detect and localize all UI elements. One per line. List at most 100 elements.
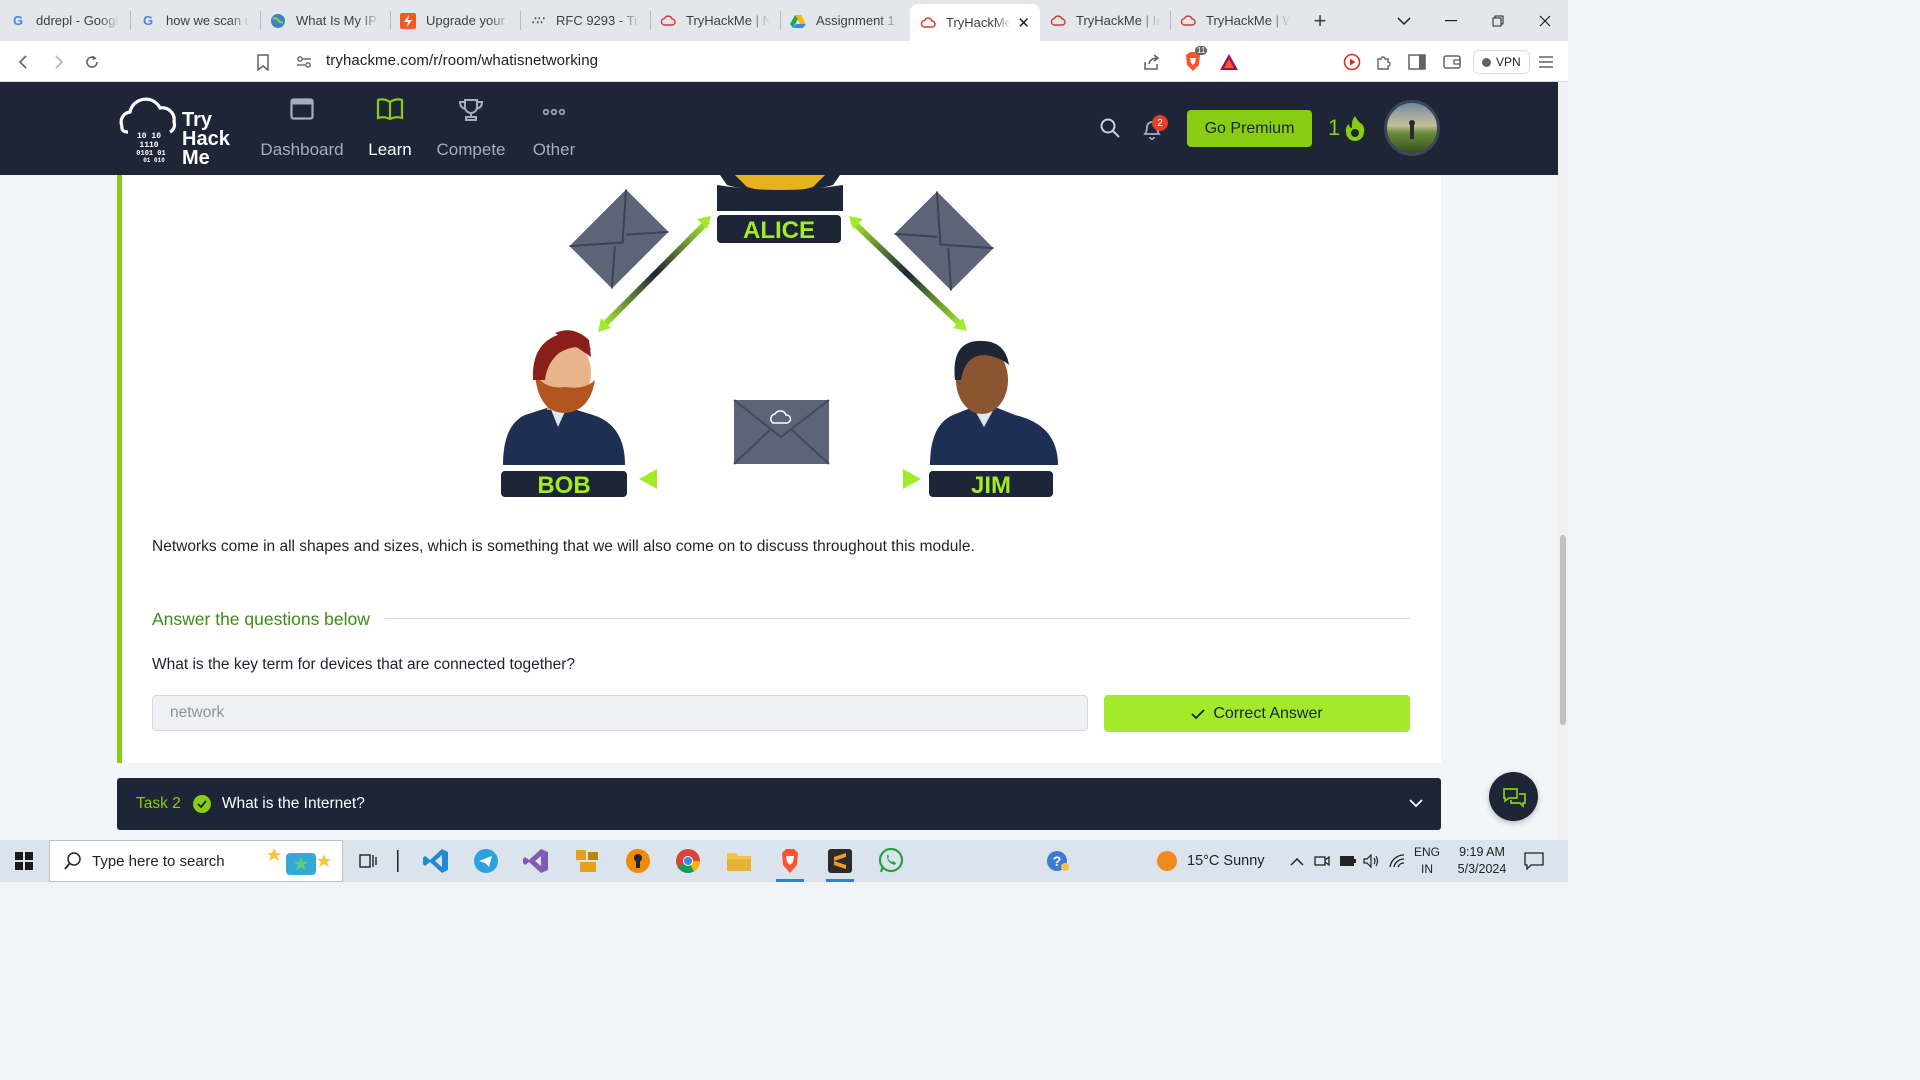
task-2-header[interactable]: Task 2 What is the Internet? [117,778,1441,830]
brave-rewards-icon[interactable] [1216,49,1242,75]
menu-hamburger-icon[interactable] [1533,49,1559,75]
telegram-icon[interactable] [466,845,506,877]
svg-text:10 10: 10 10 [137,132,161,141]
browser-tab[interactable]: ∴∵ RFC 9293 - Transmission [520,0,650,41]
shield-count-badge: 11 [1195,46,1208,55]
search-icon [64,852,81,870]
browser-tab[interactable]: TryHackMe | Web [1170,0,1300,41]
correct-answer-button[interactable]: Correct Answer [1104,695,1410,732]
envelope-cloud-icon [733,399,830,465]
forward-arrow-icon[interactable] [45,49,71,75]
reload-icon[interactable] [79,49,105,75]
brave-shield-icon[interactable]: 11 [1180,46,1208,75]
close-window-button[interactable] [1521,0,1568,41]
close-tab-icon[interactable]: ✕ [1011,14,1030,32]
vscode-icon[interactable] [416,845,456,877]
media-play-icon[interactable] [1339,49,1365,75]
keyhole-app-icon[interactable] [618,845,658,877]
browser-tab[interactable]: G ddrepl - Google Search [0,0,130,41]
browser-tab[interactable]: TryHackMe | Intro [1040,0,1170,41]
nav-compete[interactable]: Compete [437,98,506,160]
windows-start-icon[interactable] [0,840,48,882]
scrollbar-thumb[interactable] [1560,535,1566,725]
svg-text:?: ? [1053,853,1062,869]
bookmark-icon[interactable] [250,49,276,75]
site-settings-icon[interactable] [291,49,317,75]
question-text: What is the key term for devices that ar… [152,656,576,673]
chrome-icon[interactable] [668,845,708,877]
battery-icon[interactable] [1339,840,1357,882]
tryhackme-logo[interactable]: 10 10 1110 0101 01 01 010 Try Hack Me [116,92,241,169]
browser-tab[interactable]: Upgrade your subscription [390,0,520,41]
user-avatar[interactable] [1384,100,1440,156]
drive-icon [790,13,806,29]
browser-tab[interactable]: G how we scan use [130,0,260,41]
sun-icon [1157,851,1177,871]
file-explorer-icon[interactable] [719,845,759,877]
show-hidden-icons-chevron-icon[interactable] [1290,840,1304,882]
dashboard-icon [290,98,314,120]
jim-label: JIM [971,472,1011,499]
globe-icon [270,13,286,29]
svg-text:1110: 1110 [139,141,158,150]
notification-count-badge: 2 [1152,115,1168,131]
sidebar-toggle-icon[interactable] [1404,49,1430,75]
search-highlight-icon [267,848,331,875]
whatsapp-icon[interactable] [871,845,911,877]
back-arrow-icon[interactable] [11,49,37,75]
chevron-down-icon[interactable] [1409,795,1423,813]
nav-other[interactable]: Other [531,98,577,160]
svg-text:Me: Me [182,147,210,164]
answer-section-heading: Answer the questions below [152,609,370,629]
alice-label: ALICE [743,217,815,244]
address-bar-url[interactable]: tryhackme.com/r/room/whatisnetworking [326,52,598,69]
browser-tab[interactable]: What Is My IP Address [260,0,390,41]
share-icon[interactable] [1139,49,1165,75]
vpn-status-dot [1482,57,1491,67]
network-illustration: ALICE BOB JIM [501,175,1058,499]
extensions-icon[interactable] [1371,49,1397,75]
section-divider [385,618,1410,619]
nav-dashboard[interactable]: Dashboard [260,98,344,160]
go-premium-button[interactable]: Go Premium [1187,110,1312,147]
nav-learn[interactable]: Learn [366,98,414,160]
bob-jim-arrow [639,469,921,489]
new-tab-button[interactable]: + [1300,0,1340,41]
weather-widget[interactable]: 15°C Sunny [1156,840,1265,882]
wifi-icon[interactable] [1389,840,1405,882]
browser-tab-strip: G ddrepl - Google Search G how we scan u… [0,0,1568,41]
thm-cloud-icon [1180,13,1196,29]
dots-icon: ∴∵ [532,15,545,27]
restore-button[interactable] [1474,0,1521,41]
wallet-icon[interactable] [1439,49,1465,75]
volume-icon[interactable] [1363,840,1379,882]
browser-toolbar: tryhackme.com/r/room/whatisnetworking 11… [0,41,1568,82]
vpn-button[interactable]: VPN [1473,50,1530,74]
windows-taskbar: Type here to search ? 15°C Sunny ENG IN … [0,840,1568,882]
visual-studio-icon[interactable] [516,845,556,877]
search-icon[interactable] [1100,118,1120,143]
help-icon[interactable]: ? [1038,845,1078,877]
checkmark-icon [1191,708,1205,719]
chat-support-button[interactable] [1489,772,1538,821]
input-language[interactable]: ENG IN [1413,844,1441,878]
alice-figure: ALICE [717,175,843,244]
flame-icon [1346,116,1365,141]
browser-tab[interactable]: TryHackMe | Network [650,0,780,41]
browser-tab[interactable]: Assignment 1 - Google Drive [780,0,910,41]
app-puzzle-icon[interactable] [567,845,607,877]
page-scrollbar[interactable] [1558,82,1568,840]
thm-cloud-icon [920,15,936,31]
minimize-button[interactable] [1427,0,1474,41]
system-clock[interactable]: 9:19 AM 5/3/2024 [1454,844,1510,878]
tab-search-chevron-icon[interactable] [1380,0,1427,41]
streak-counter[interactable]: 1 [1328,115,1366,141]
notifications-center-icon[interactable] [1524,840,1544,882]
thm-cloud-icon [1050,13,1066,29]
browser-tab-active[interactable]: TryHackMe | What is Networking ✕ [910,4,1040,41]
taskbar-search-input[interactable]: Type here to search [49,840,343,882]
sublime-text-icon[interactable] [820,845,860,882]
answer-input[interactable]: network [152,695,1088,731]
meet-now-icon[interactable] [1314,840,1330,882]
brave-browser-icon[interactable] [770,845,810,882]
